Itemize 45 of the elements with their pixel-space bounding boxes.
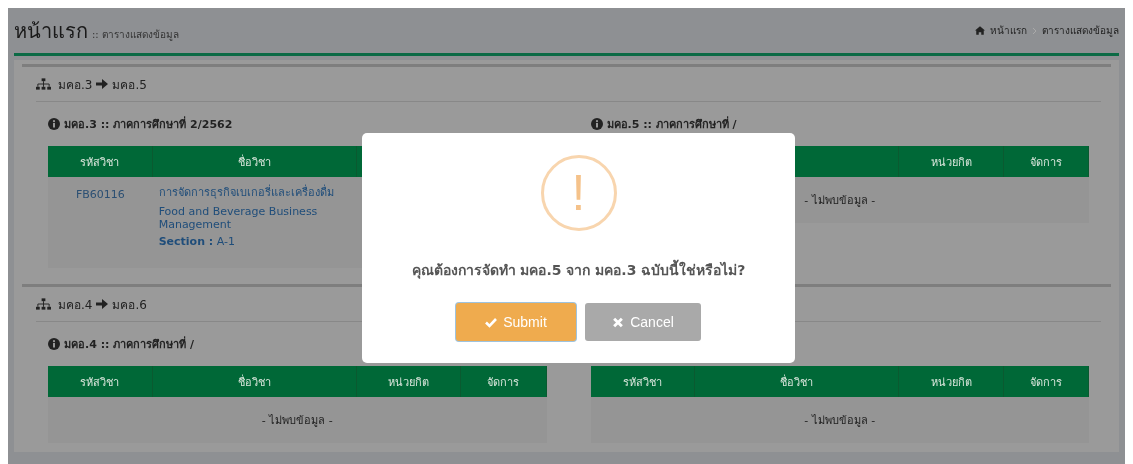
column-header: หน่วยกิต xyxy=(930,374,972,391)
column-header: รหัสวิชา xyxy=(80,374,120,391)
arrow-icon xyxy=(96,298,109,310)
page-title: หน้าแรก xyxy=(14,17,88,45)
section-to: มคอ.6 xyxy=(112,296,147,314)
course-name-link[interactable]: การจัดการธุรกิจเบเกอรี่และเครื่องดื่ม xyxy=(158,183,334,201)
section-to: มคอ.5 xyxy=(112,76,147,94)
warning-icon: ! xyxy=(540,155,617,231)
check-icon xyxy=(485,316,498,328)
section-from: มคอ.3 xyxy=(58,76,93,94)
sitemap-icon xyxy=(36,78,51,90)
empty-message: - ไม่พบข้อมูล - xyxy=(261,413,333,429)
info-icon xyxy=(590,118,603,130)
dialog-message: คุณต้องการจัดทำ มคอ.5 จาก มคอ.3 ฉบับนี้ใช่หรือไม่? xyxy=(411,259,746,281)
column-header: ชื่อวิชา xyxy=(780,373,814,391)
cancel-button[interactable]: Cancel xyxy=(585,303,701,341)
empty-message: - ไม่พบข้อมูล - xyxy=(804,193,876,209)
column-header: รหัสวิชา xyxy=(622,374,662,391)
section-from: มคอ.4 xyxy=(58,296,93,314)
column-header: หน่วยกิต xyxy=(930,154,972,171)
table-caption: มคอ.5 :: ภาคการศึกษาที่ / xyxy=(606,115,737,133)
course-code-link[interactable]: FB60116 xyxy=(75,188,125,201)
submit-button[interactable]: Submit xyxy=(456,303,576,341)
empty-message: - ไม่พบข้อมูล - xyxy=(804,413,876,429)
section-label: Section : A-1 xyxy=(158,235,235,248)
breadcrumb-link[interactable]: หน้าแรก xyxy=(990,23,1027,38)
close-icon xyxy=(612,316,625,328)
table-caption: มคอ.4 :: ภาคการศึกษาที่ / xyxy=(64,335,195,353)
arrow-icon xyxy=(96,78,109,90)
info-icon xyxy=(48,338,60,350)
chevron-icon xyxy=(1032,26,1037,35)
course-name-english: Food and Beverage Business Management xyxy=(158,205,319,231)
column-header: หน่วยกิต xyxy=(388,374,429,391)
page-subtitle: :: ตารางแสดงข้อมูล xyxy=(92,27,179,42)
column-header: จัดการ xyxy=(1029,154,1062,171)
column-header: ชื่อวิชา xyxy=(237,153,271,171)
home-icon xyxy=(975,26,985,35)
column-header: จัดการ xyxy=(487,374,520,391)
sitemap-icon xyxy=(36,298,51,310)
table-caption: มคอ.3 :: ภาคการศึกษาที่ 2/2562 xyxy=(64,115,233,133)
column-header: จัดการ xyxy=(1029,374,1062,391)
column-header: ชื่อวิชา xyxy=(237,373,271,391)
column-header: รหัสวิชา xyxy=(80,154,120,171)
info-icon xyxy=(48,118,60,130)
breadcrumb-link[interactable]: ตารางแสดงข้อมูล xyxy=(1042,23,1119,38)
